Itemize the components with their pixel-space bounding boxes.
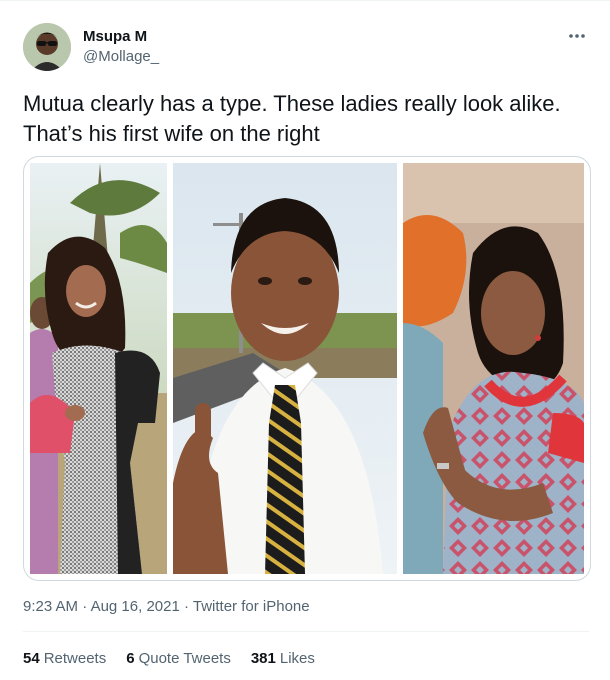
- woman-in-patterned-dress-photo[interactable]: [403, 163, 584, 574]
- divider: [23, 631, 589, 632]
- tweet-media[interactable]: [23, 156, 591, 581]
- retweets-count: 54: [23, 650, 40, 667]
- tweet-time-link[interactable]: 9:23 AM · Aug 16, 2021: [23, 598, 180, 615]
- woman-in-houndstooth-dress-image: [30, 163, 167, 574]
- tweet-source-link[interactable]: Twitter for iPhone: [193, 598, 310, 615]
- likes-count: 381: [250, 650, 276, 667]
- user-handle[interactable]: @Mollage_: [83, 47, 159, 67]
- author-block: Msupa M @Mollage_: [83, 27, 159, 67]
- man-with-striped-tie-photo[interactable]: [173, 163, 397, 574]
- tweet-card: Msupa M @Mollage_ Mutua clearly has a ty…: [0, 0, 610, 680]
- meta-separator-1: ·: [78, 598, 91, 615]
- woman-in-patterned-dress-image: [403, 163, 584, 574]
- likes-label: Likes: [279, 650, 315, 667]
- tweet-metadata: 9:23 AM · Aug 16, 2021 · Twitter for iPh…: [23, 597, 310, 617]
- likes-stat[interactable]: 381 Likes: [251, 649, 315, 669]
- meta-separator-2: ·: [179, 598, 193, 615]
- tweet-time: 9:23 AM: [23, 598, 79, 615]
- avatar[interactable]: [23, 23, 71, 71]
- display-name[interactable]: Msupa M: [83, 27, 159, 47]
- quote-tweets-label: Quote Tweets: [138, 650, 231, 667]
- tweet-date: Aug 16, 2021: [90, 598, 180, 615]
- man-with-striped-tie-image: [173, 163, 397, 574]
- tweet-text-line-2: That’s his first wife on the right: [23, 121, 320, 146]
- more-options-icon: [569, 34, 585, 38]
- quote-tweets-stat[interactable]: 6 Quote Tweets: [126, 649, 231, 669]
- quote-tweets-count: 6: [126, 650, 135, 667]
- avatar-photo: [23, 23, 71, 71]
- engagement-stats: 54 Retweets 6 Quote Tweets 381 Likes: [23, 649, 315, 669]
- tweet-text-line-1: Mutua clearly has a type. These ladies r…: [23, 91, 561, 116]
- more-options-button[interactable]: [566, 25, 588, 47]
- tweet-text: Mutua clearly has a type. These ladies r…: [23, 89, 593, 149]
- woman-in-houndstooth-dress-photo[interactable]: [30, 163, 167, 574]
- retweets-label: Retweets: [43, 650, 107, 667]
- retweets-stat[interactable]: 54 Retweets: [23, 649, 106, 669]
